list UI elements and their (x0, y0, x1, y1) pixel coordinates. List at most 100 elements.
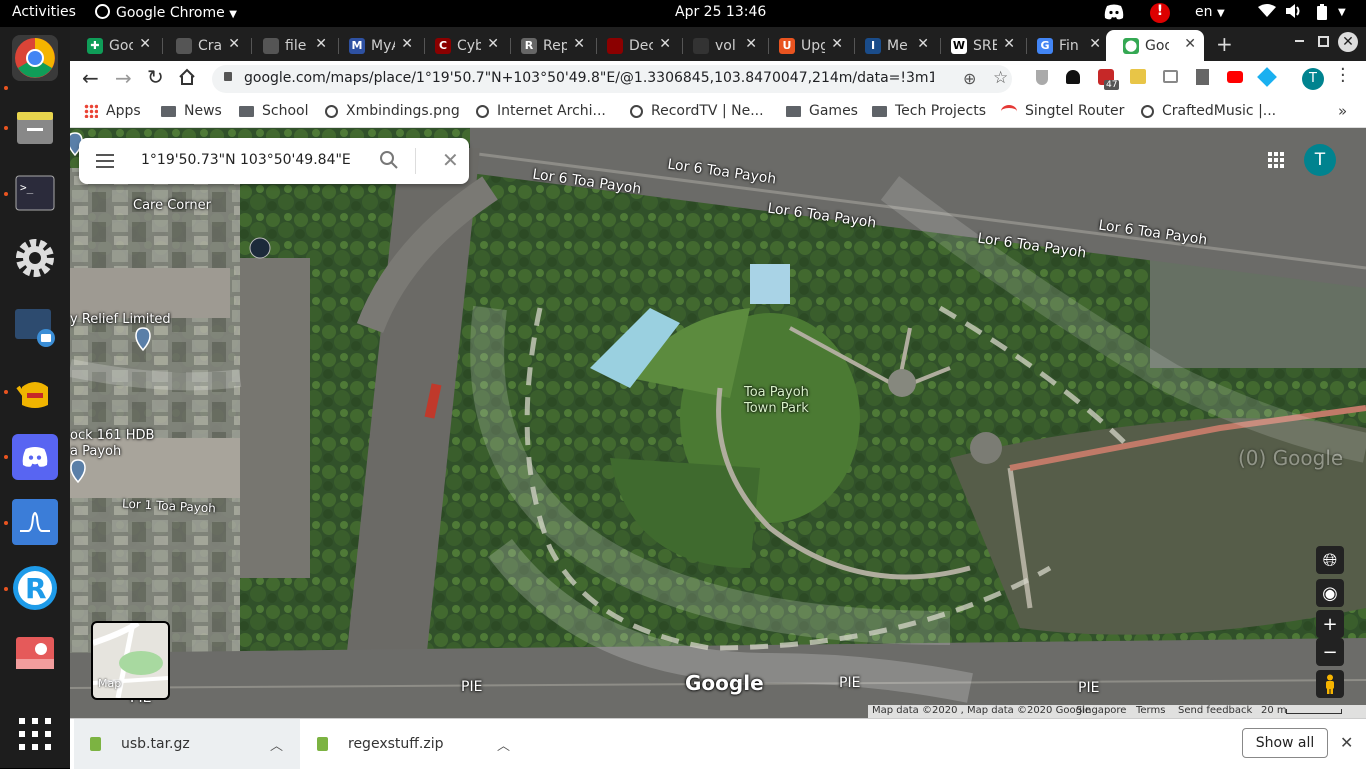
volume-icon[interactable] (1286, 4, 1302, 22)
cube-extension-icon[interactable] (1257, 67, 1277, 87)
search-icon[interactable] (379, 150, 399, 174)
map-canvas[interactable]: Lor 6 Toa Payoh Lor 6 Toa Payoh Lor 6 To… (70, 128, 1366, 718)
chevron-up-icon[interactable]: ︿ (270, 735, 283, 754)
browser-tab[interactable]: ✚ Goo ✕ (79, 30, 159, 61)
screenshot-dock-icon[interactable] (12, 304, 58, 350)
maximize-icon[interactable] (1318, 36, 1329, 47)
bookmark-item[interactable]: Games (786, 103, 858, 119)
bookmark-item[interactable]: Tech Projects (872, 103, 986, 119)
zoom-out-icon[interactable]: − (1316, 638, 1344, 666)
place-label[interactable]: a Payoh (70, 444, 121, 459)
browser-tab[interactable]: G Fin ✕ (1029, 30, 1109, 61)
browser-tab[interactable]: W SRE ✕ (943, 30, 1023, 61)
forward-arrow-icon[interactable]: → (115, 66, 132, 90)
system-menu-chevron-icon[interactable]: ▼ (1338, 7, 1346, 18)
file-manager-dock-icon[interactable] (12, 105, 58, 151)
reader-extension-icon[interactable] (1196, 69, 1209, 85)
reload-icon[interactable]: ↻ (147, 65, 164, 89)
chrome-dock-icon[interactable] (12, 35, 58, 81)
r-app-dock-icon[interactable]: R (12, 565, 58, 611)
browser-tab[interactable]: C Cyb ✕ (427, 30, 507, 61)
browser-tab[interactable]: U Upg ✕ (771, 30, 851, 61)
map-profile-avatar[interactable]: T (1304, 144, 1336, 176)
place-label[interactable]: Care Corner (133, 198, 211, 213)
download-item[interactable]: usb.tar.gz ︿ (74, 719, 300, 769)
discord-tray-icon[interactable] (1103, 3, 1125, 25)
place-label[interactable]: y Relief Limited (70, 312, 171, 327)
youtube-extension-icon[interactable] (1227, 71, 1243, 83)
park-label[interactable]: Toa Payoh (744, 385, 809, 400)
bookmark-item[interactable]: Apps (84, 103, 141, 119)
chrome-menu-icon[interactable]: · · · (1340, 61, 1346, 91)
browser-tab[interactable]: M MyA ✕ (341, 30, 421, 61)
clear-search-icon[interactable]: ✕ (442, 148, 459, 172)
close-tab-icon[interactable]: ✕ (228, 36, 240, 52)
system-monitor-dock-icon[interactable] (12, 499, 58, 545)
zoom-in-icon[interactable]: + (1316, 610, 1344, 638)
home-icon[interactable] (178, 68, 196, 90)
browser-tab[interactable]: I Me ✕ (857, 30, 937, 61)
map-search-input[interactable]: 1°19'50.73"N 103°50'49.84"E (141, 152, 351, 168)
bookmark-item[interactable]: News (161, 103, 222, 119)
terminal-dock-icon[interactable]: >_ (12, 170, 58, 216)
settings-dock-icon[interactable] (12, 235, 58, 281)
show-all-button[interactable]: Show all (1242, 728, 1328, 758)
park-label[interactable]: Town Park (744, 401, 809, 416)
bookmark-item[interactable]: CraftedMusic |... (1141, 103, 1276, 119)
app-menu[interactable]: Google Chrome ▼ (95, 4, 237, 21)
google-apps-grid-icon[interactable] (1268, 152, 1284, 172)
battery-icon[interactable] (1316, 4, 1328, 24)
address-bar[interactable]: google.com/maps/place/1°19'50.7"N+103°50… (212, 65, 1012, 93)
close-tab-icon[interactable]: ✕ (401, 36, 413, 52)
browser-tab[interactable]: Cra ✕ (168, 30, 248, 61)
tab-extension-icon[interactable] (1163, 70, 1178, 83)
wifi-icon[interactable] (1258, 4, 1276, 22)
send-feedback-link[interactable]: Send feedback (1178, 705, 1252, 716)
bookmark-item[interactable]: RecordTV | Ne... (630, 103, 764, 119)
close-tab-icon[interactable]: ✕ (745, 36, 757, 52)
close-downloads-icon[interactable]: ✕ (1340, 733, 1353, 752)
alert-icon[interactable]: ! (1150, 3, 1170, 23)
scale-label[interactable]: 20 m (1261, 705, 1287, 716)
language-indicator[interactable]: en ▼ (1195, 4, 1225, 20)
close-tab-icon[interactable]: ✕ (1184, 36, 1196, 52)
browser-tab[interactable]: ⬤ Goo ✕ (1106, 30, 1204, 61)
close-tab-icon[interactable]: ✕ (315, 36, 327, 52)
show-apps-grid-icon[interactable] (12, 711, 58, 757)
close-tab-icon[interactable]: ✕ (831, 36, 843, 52)
more-bookmarks-icon[interactable]: » (1338, 102, 1347, 120)
new-tab-icon[interactable]: + (1216, 32, 1233, 56)
discord-dock-icon[interactable] (12, 434, 58, 480)
street-view-pegman-icon[interactable] (1316, 670, 1344, 698)
browser-tab[interactable]: file ✕ (255, 30, 335, 61)
activities-button[interactable]: Activities (12, 4, 76, 20)
my-location-icon[interactable]: ◉ (1316, 579, 1344, 607)
bookmark-item[interactable]: Internet Archi... (476, 103, 606, 119)
close-tab-icon[interactable]: ✕ (487, 36, 499, 52)
region-link[interactable]: Singapore (1076, 705, 1126, 716)
close-tab-icon[interactable]: ✕ (1089, 36, 1101, 52)
shield-extension-icon[interactable] (1036, 70, 1048, 85)
download-item[interactable]: regexstuff.zip ︿ (301, 719, 527, 769)
close-tab-icon[interactable]: ✕ (659, 36, 671, 52)
bookmark-item[interactable]: Singtel Router (1001, 103, 1124, 119)
bookmark-star-icon[interactable]: ☆ (993, 68, 1008, 88)
back-arrow-icon[interactable]: ← (82, 66, 99, 90)
globe-view-icon[interactable]: 🌐︎ (1316, 546, 1344, 574)
notes-extension-icon[interactable] (1130, 69, 1146, 84)
close-tab-icon[interactable]: ✕ (917, 36, 929, 52)
terms-link[interactable]: Terms (1136, 705, 1165, 716)
close-tab-icon[interactable]: ✕ (573, 36, 585, 52)
place-label[interactable]: ock 161 HDB (70, 428, 154, 443)
bookmark-item[interactable]: Xmbindings.png (325, 103, 460, 119)
bookmark-item[interactable]: School (239, 103, 308, 119)
close-tab-icon[interactable]: ✕ (139, 36, 151, 52)
ublock-extension-icon[interactable] (1066, 70, 1080, 84)
clock[interactable]: Apr 25 13:46 (675, 4, 766, 20)
teapot-dock-icon[interactable] (12, 369, 58, 415)
close-window-icon[interactable]: ✕ (1338, 32, 1358, 52)
profile-avatar[interactable]: T (1302, 68, 1324, 90)
install-app-icon[interactable]: ⊕ (963, 69, 976, 88)
browser-tab[interactable]: Dec ✕ (599, 30, 679, 61)
close-tab-icon[interactable]: ✕ (1003, 36, 1015, 52)
